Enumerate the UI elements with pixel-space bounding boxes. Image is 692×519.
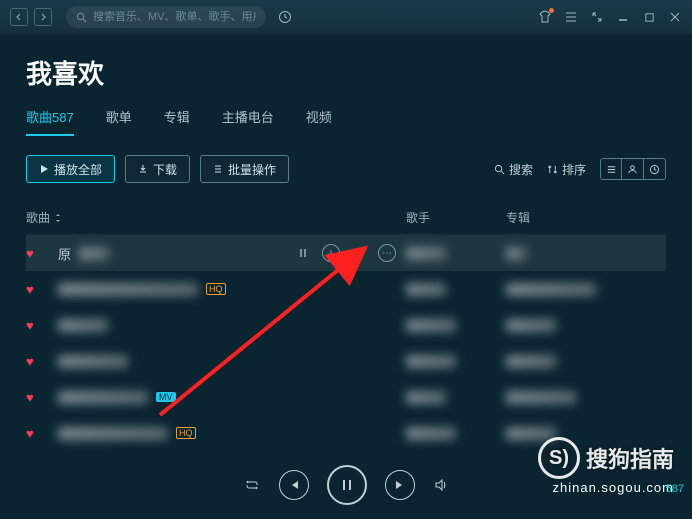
toolbar: 播放全部 下载 批量操作 搜索 排序 (26, 155, 666, 183)
menu-icon[interactable] (564, 10, 578, 24)
view-list-button[interactable] (600, 158, 622, 180)
hq-badge: HQ (206, 283, 226, 295)
play-icon (39, 164, 49, 174)
titlebar (0, 0, 692, 34)
view-user-button[interactable] (622, 158, 644, 180)
play-all-button[interactable]: 播放全部 (26, 155, 115, 183)
close-icon[interactable] (668, 10, 682, 24)
table-row[interactable]: ♥ HQ (26, 271, 666, 307)
history-icon[interactable] (278, 10, 292, 24)
favorite-icon[interactable]: ♥ (26, 318, 44, 333)
table-row[interactable]: ♥ MV (26, 379, 666, 415)
content: 我喜欢 歌曲587 歌单 专辑 主播电台 视频 播放全部 下载 批量操作 搜索 (0, 34, 692, 451)
watermark-count: 587 (666, 483, 684, 495)
loop-icon[interactable] (243, 476, 261, 494)
download-label: 下载 (153, 161, 177, 178)
skin-icon[interactable] (538, 10, 552, 24)
download-button[interactable]: 下载 (125, 155, 190, 183)
search-icon (494, 164, 505, 175)
tab-video[interactable]: 视频 (306, 107, 332, 136)
table-rows: ♥ 原 ＋ ⋯ ♥ HQ (26, 235, 666, 451)
favorite-icon[interactable]: ♥ (26, 282, 44, 297)
download-row-icon[interactable] (350, 244, 368, 262)
more-icon[interactable]: ⋯ (378, 244, 396, 262)
play-all-label: 播放全部 (54, 161, 102, 178)
tab-radio[interactable]: 主播电台 (222, 107, 274, 136)
column-artist[interactable]: 歌手 (406, 209, 506, 226)
favorite-icon[interactable]: ♥ (26, 354, 44, 369)
view-time-button[interactable] (644, 158, 666, 180)
watermark-url: zhinan.sogou.com (552, 480, 674, 495)
prev-track-button[interactable] (279, 470, 309, 500)
watermark: S) 搜狗指南 (538, 437, 674, 479)
hq-badge: HQ (176, 427, 196, 439)
watermark-brand: 搜狗指南 (586, 442, 674, 474)
sort-icon (547, 164, 558, 175)
maximize-icon[interactable] (642, 10, 656, 24)
tabs: 歌曲587 歌单 专辑 主播电台 视频 (26, 107, 666, 137)
add-icon[interactable]: ＋ (322, 244, 340, 262)
toolbar-search-button[interactable]: 搜索 (494, 161, 533, 178)
table-header: 歌曲 歌手 专辑 (26, 201, 666, 235)
page-title: 我喜欢 (26, 54, 666, 91)
column-album[interactable]: 专辑 (506, 209, 666, 226)
search-input[interactable] (93, 11, 256, 23)
search-box[interactable] (66, 6, 266, 28)
favorite-icon[interactable]: ♥ (26, 246, 44, 261)
row-actions: ＋ ⋯ (294, 244, 396, 262)
table-row[interactable]: ♥ 原 ＋ ⋯ (26, 235, 666, 271)
nav-forward-button[interactable] (34, 8, 52, 26)
search-icon (76, 12, 87, 23)
favorite-icon[interactable]: ♥ (26, 390, 44, 405)
favorite-icon[interactable]: ♥ (26, 426, 44, 441)
tab-playlists[interactable]: 歌单 (106, 107, 132, 136)
watermark-logo-icon: S) (538, 437, 580, 479)
song-name: 原 (58, 244, 71, 263)
column-song[interactable]: 歌曲 (26, 209, 406, 226)
sort-indicator-icon (54, 213, 62, 223)
download-icon (138, 164, 148, 174)
toolbar-sort-button[interactable]: 排序 (547, 161, 586, 178)
mini-mode-icon[interactable] (590, 10, 604, 24)
toolbar-search-label: 搜索 (509, 161, 533, 178)
tab-albums[interactable]: 专辑 (164, 107, 190, 136)
volume-icon[interactable] (433, 477, 449, 493)
mv-badge: MV (156, 392, 176, 402)
nav-back-button[interactable] (10, 8, 28, 26)
view-mode-group (600, 158, 666, 180)
table-row[interactable]: ♥ (26, 307, 666, 343)
batch-button[interactable]: 批量操作 (200, 155, 289, 183)
batch-label: 批量操作 (228, 161, 276, 178)
play-pause-button[interactable] (327, 465, 367, 505)
tab-songs[interactable]: 歌曲587 (26, 107, 74, 136)
pause-icon[interactable] (294, 244, 312, 262)
minimize-icon[interactable] (616, 10, 630, 24)
toolbar-sort-label: 排序 (562, 161, 586, 178)
next-track-button[interactable] (385, 470, 415, 500)
list-icon (213, 164, 223, 174)
table-row[interactable]: ♥ (26, 343, 666, 379)
